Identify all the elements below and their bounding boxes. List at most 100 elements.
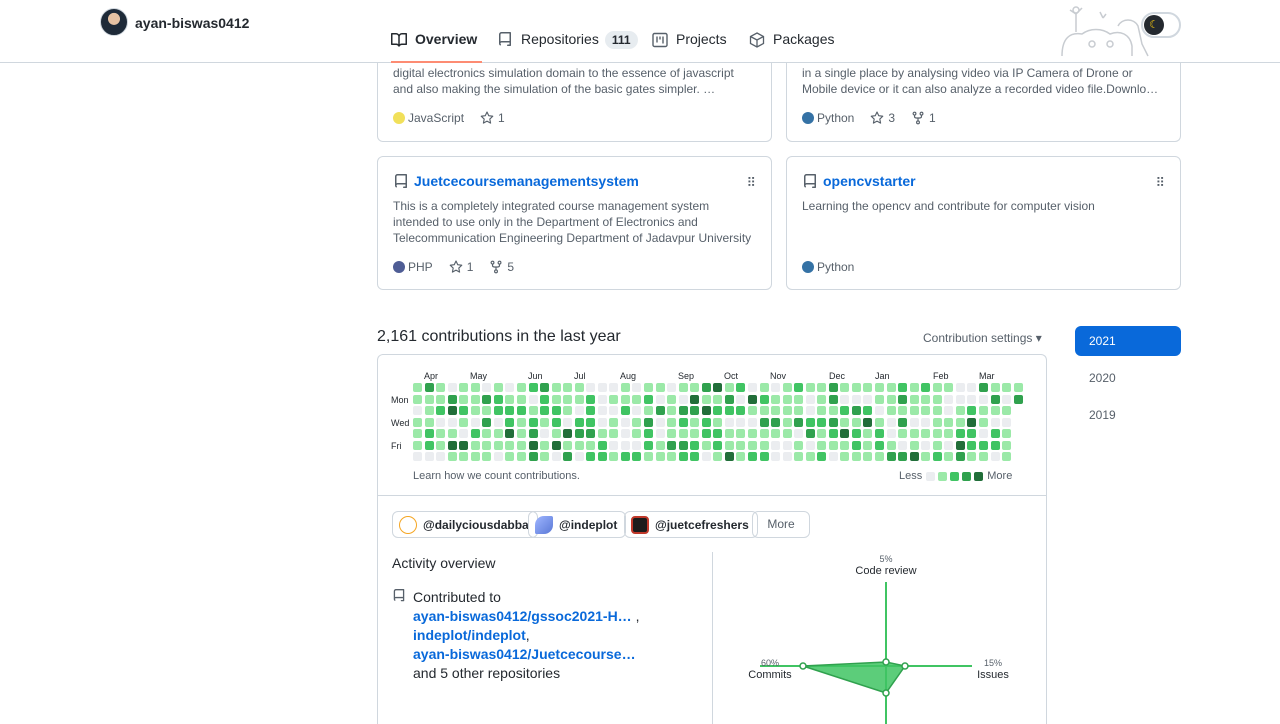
contribution-day-cell[interactable]	[563, 417, 573, 427]
contribution-day-cell[interactable]	[863, 417, 873, 427]
contribution-day-cell[interactable]	[944, 406, 954, 415]
contribution-day-cell[interactable]	[574, 417, 584, 427]
contribution-day-cell[interactable]	[782, 406, 792, 415]
contribution-day-cell[interactable]	[436, 429, 446, 438]
contribution-day-cell[interactable]	[909, 417, 919, 427]
contribution-day-cell[interactable]	[1002, 406, 1012, 415]
contribution-day-cell[interactable]	[886, 417, 896, 427]
contribution-day-cell[interactable]	[805, 406, 815, 415]
contribution-day-cell[interactable]	[794, 452, 804, 461]
contribution-day-cell[interactable]	[586, 406, 596, 415]
contribution-day-cell[interactable]	[459, 406, 469, 415]
contribution-day-cell[interactable]	[609, 406, 619, 415]
contribution-day-cell[interactable]	[886, 406, 896, 415]
contribution-day-cell[interactable]	[493, 383, 503, 392]
repo-name-link[interactable]: Juetcecoursemanagementsystem	[414, 173, 639, 189]
contribution-day-cell[interactable]	[563, 429, 573, 438]
contribution-day-cell[interactable]	[551, 429, 561, 438]
contribution-day-cell[interactable]	[609, 417, 619, 427]
contribution-day-cell[interactable]	[516, 383, 526, 392]
contribution-day-cell[interactable]	[632, 406, 642, 415]
contribution-day-cell[interactable]	[840, 440, 850, 450]
contribution-day-cell[interactable]	[794, 406, 804, 415]
contribution-day-cell[interactable]	[724, 417, 734, 427]
contribution-day-cell[interactable]	[1013, 383, 1023, 392]
contribution-day-cell[interactable]	[724, 440, 734, 450]
contribution-day-cell[interactable]	[436, 406, 446, 415]
contribution-day-cell[interactable]	[424, 417, 434, 427]
contribution-day-cell[interactable]	[424, 394, 434, 404]
contribution-day-cell[interactable]	[713, 440, 723, 450]
tab-projects[interactable]: Projects	[652, 31, 727, 63]
repo-forks[interactable]: 5	[489, 260, 514, 274]
contribution-day-cell[interactable]	[690, 429, 700, 438]
contribution-day-cell[interactable]	[886, 383, 896, 392]
contribution-day-cell[interactable]	[667, 440, 677, 450]
contribution-day-cell[interactable]	[620, 383, 630, 392]
contribution-day-cell[interactable]	[540, 406, 550, 415]
contribution-day-cell[interactable]	[817, 406, 827, 415]
contribution-day-cell[interactable]	[609, 394, 619, 404]
contribution-day-cell[interactable]	[898, 440, 908, 450]
contribution-day-cell[interactable]	[586, 440, 596, 450]
contribution-day-cell[interactable]	[840, 383, 850, 392]
contribution-day-cell[interactable]	[540, 417, 550, 427]
contribution-day-cell[interactable]	[620, 417, 630, 427]
repo-name-link[interactable]: opencvstarter	[823, 173, 916, 189]
org-filter-juetcefreshers[interactable]: @juetcefreshers	[624, 511, 758, 538]
contribution-day-cell[interactable]	[632, 452, 642, 461]
contribution-day-cell[interactable]	[840, 394, 850, 404]
contribution-day-cell[interactable]	[782, 383, 792, 392]
contribution-day-cell[interactable]	[944, 383, 954, 392]
contribution-day-cell[interactable]	[620, 429, 630, 438]
contribution-day-cell[interactable]	[551, 452, 561, 461]
contribution-day-cell[interactable]	[909, 452, 919, 461]
tab-repositories[interactable]: Repositories 111	[497, 31, 638, 63]
contribution-day-cell[interactable]	[747, 406, 757, 415]
org-filter-dailyciousdabba[interactable]: @dailyciousdabba	[392, 511, 538, 538]
org-filter-indeplot[interactable]: @indeplot	[528, 511, 627, 538]
contribution-day-cell[interactable]	[944, 417, 954, 427]
contribution-day-cell[interactable]	[898, 452, 908, 461]
contribution-day-cell[interactable]	[528, 406, 538, 415]
contribution-day-cell[interactable]	[886, 440, 896, 450]
contribution-day-cell[interactable]	[482, 406, 492, 415]
contribution-day-cell[interactable]	[667, 406, 677, 415]
contribution-day-cell[interactable]	[794, 440, 804, 450]
contribution-day-cell[interactable]	[505, 417, 515, 427]
contribution-day-cell[interactable]	[413, 452, 422, 461]
avatar[interactable]	[100, 8, 128, 36]
contribution-day-cell[interactable]	[436, 394, 446, 404]
contribution-day-cell[interactable]	[424, 406, 434, 415]
contribution-day-cell[interactable]	[736, 440, 746, 450]
contribution-day-cell[interactable]	[805, 417, 815, 427]
contribution-day-cell[interactable]	[505, 452, 515, 461]
contribution-day-cell[interactable]	[909, 394, 919, 404]
contribution-day-cell[interactable]	[586, 429, 596, 438]
contribution-day-cell[interactable]	[413, 406, 422, 415]
theme-toggle[interactable]: ☾	[1141, 12, 1181, 38]
contribution-day-cell[interactable]	[967, 406, 977, 415]
contribution-day-cell[interactable]	[516, 417, 526, 427]
contribution-day-cell[interactable]	[955, 440, 965, 450]
contribution-day-cell[interactable]	[805, 383, 815, 392]
contribution-day-cell[interactable]	[528, 440, 538, 450]
contribution-day-cell[interactable]	[470, 452, 480, 461]
contribution-day-cell[interactable]	[898, 383, 908, 392]
contribution-day-cell[interactable]	[459, 429, 469, 438]
contribution-day-cell[interactable]	[736, 394, 746, 404]
contribution-day-cell[interactable]	[759, 417, 769, 427]
contribution-day-cell[interactable]	[424, 429, 434, 438]
contribution-day-cell[interactable]	[875, 452, 884, 461]
contribution-day-cell[interactable]	[805, 394, 815, 404]
contribution-day-cell[interactable]	[551, 394, 561, 404]
contribution-day-cell[interactable]	[990, 440, 1000, 450]
contribution-day-cell[interactable]	[609, 429, 619, 438]
contribution-day-cell[interactable]	[701, 440, 711, 450]
contribution-day-cell[interactable]	[955, 429, 965, 438]
contribution-day-cell[interactable]	[805, 429, 815, 438]
contribution-day-cell[interactable]	[667, 429, 677, 438]
contribution-day-cell[interactable]	[493, 452, 503, 461]
contribution-day-cell[interactable]	[436, 452, 446, 461]
contribution-day-cell[interactable]	[921, 417, 931, 427]
